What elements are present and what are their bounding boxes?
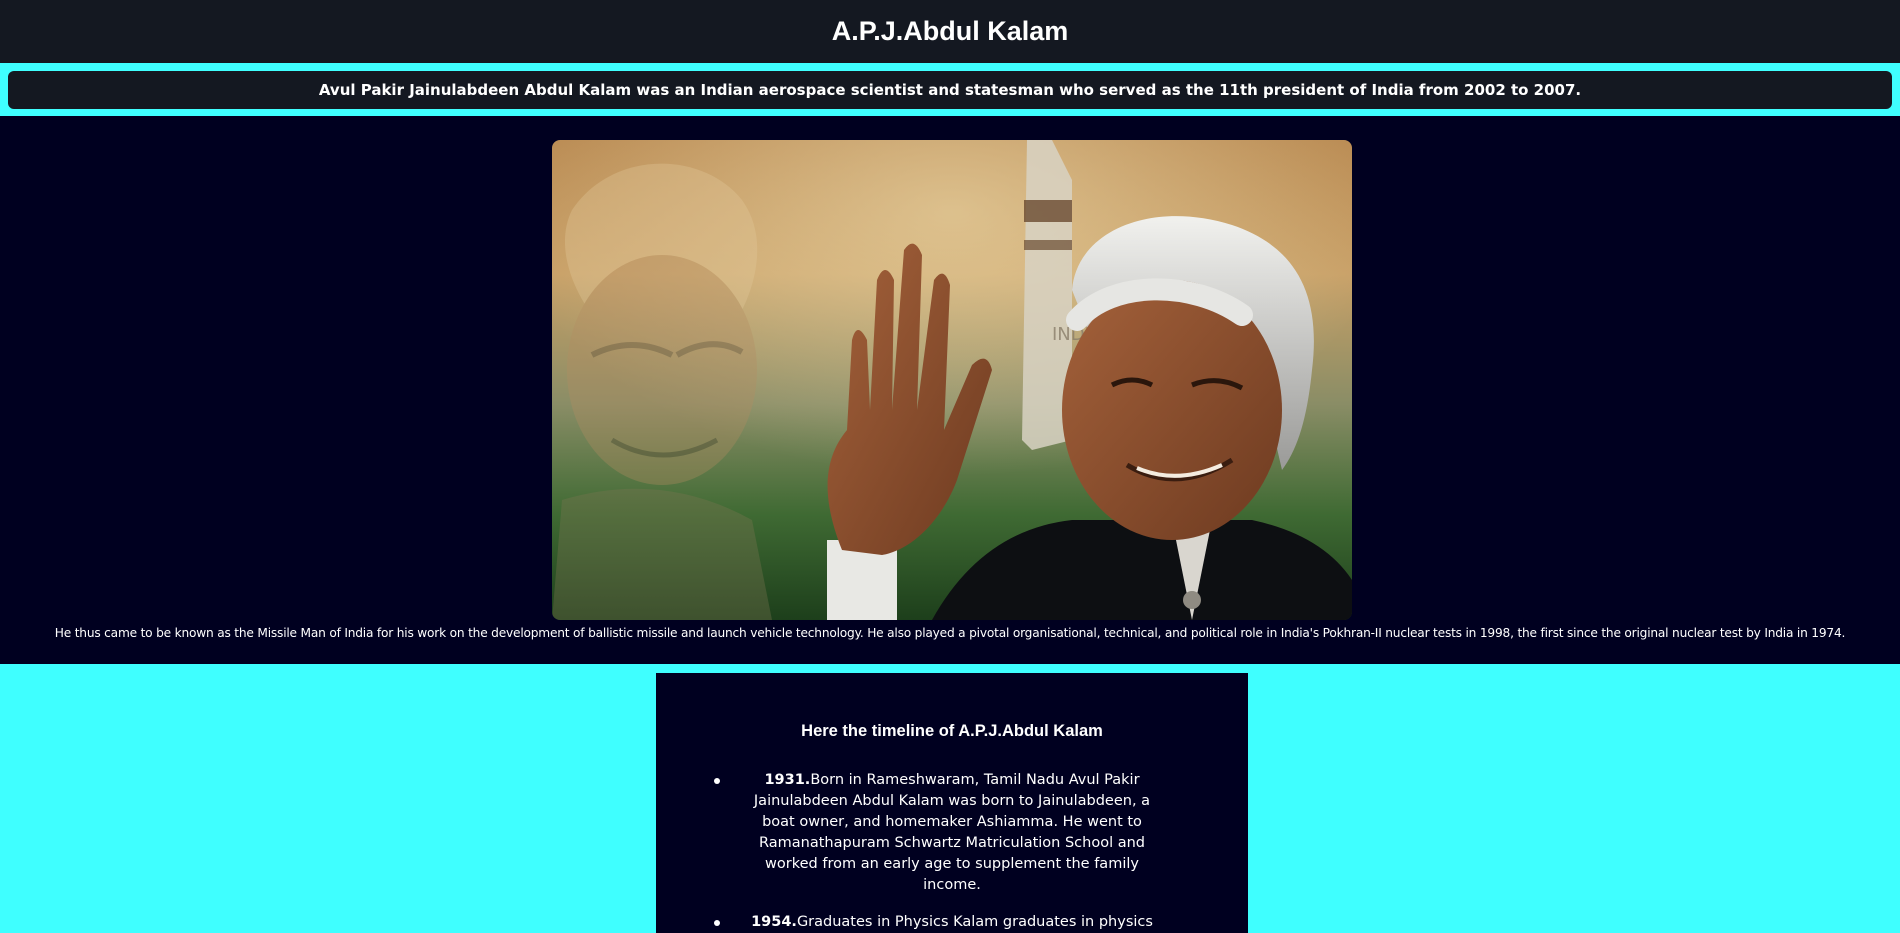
timeline-text: Born in Rameshwaram, Tamil Nadu Avul Pak… — [753, 772, 1151, 893]
timeline-year: 1931. — [764, 772, 811, 788]
page-header: A.P.J.Abdul Kalam — [0, 0, 1900, 63]
timeline-list: 1931.Born in Rameshwaram, Tamil Nadu Avu… — [656, 770, 1248, 933]
timeline-text: Graduates in Physics Kalam graduates in … — [796, 914, 1153, 930]
timeline-card: Here the timeline of A.P.J.Abdul Kalam 1… — [656, 673, 1248, 933]
timeline-year: 1954. — [751, 914, 797, 930]
timeline-item: 1931.Born in Rameshwaram, Tamil Nadu Avu… — [714, 770, 1168, 896]
timeline-heading: Here the timeline of A.P.J.Abdul Kalam — [801, 722, 1103, 740]
hero-image: INDIA — [552, 140, 1352, 620]
intro-section: Avul Pakir Jainulabdeen Abdul Kalam was … — [0, 63, 1900, 116]
hero-section: INDIA He thus came to be known as the Mi… — [0, 116, 1900, 664]
timeline-item: 1954.Graduates in Physics Kalam graduate… — [714, 912, 1168, 933]
intro-text: Avul Pakir Jainulabdeen Abdul Kalam was … — [8, 71, 1892, 109]
hero-caption: He thus came to be known as the Missile … — [54, 626, 1846, 640]
page-title: A.P.J.Abdul Kalam — [831, 16, 1069, 46]
